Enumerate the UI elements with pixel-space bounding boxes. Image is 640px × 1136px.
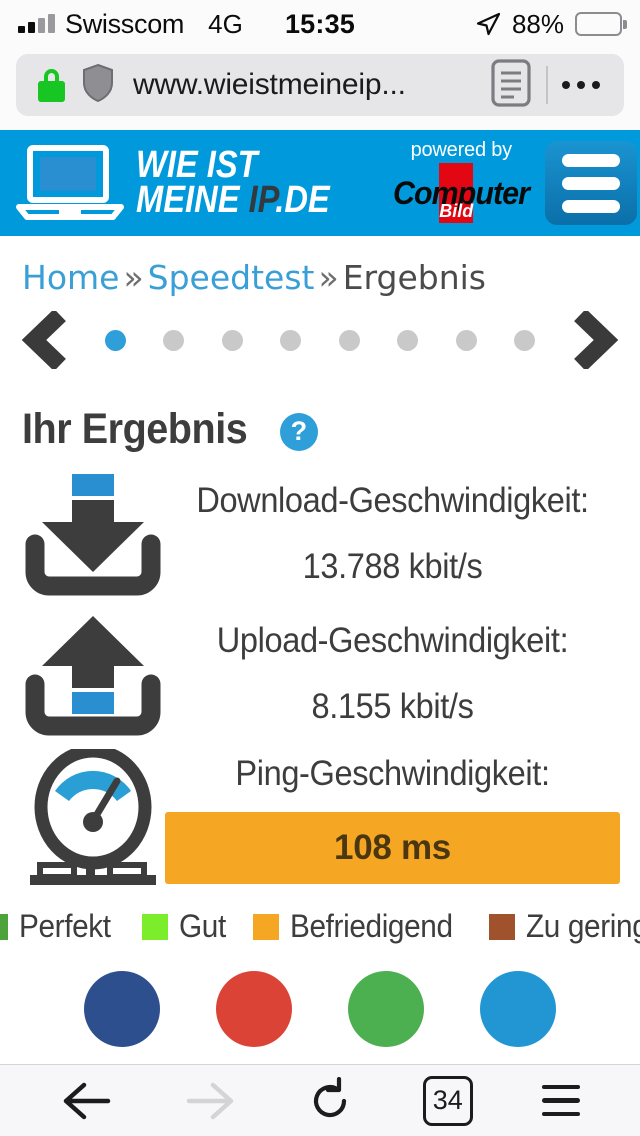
metric-ping-value-bar: 108 ms bbox=[165, 812, 620, 884]
carousel-dot[interactable] bbox=[455, 329, 477, 351]
site-logo-meine: MEINE bbox=[136, 179, 249, 221]
carousel-dot[interactable] bbox=[280, 329, 302, 351]
breadcrumb-item-home[interactable]: Home bbox=[22, 258, 119, 297]
help-icon[interactable]: ? bbox=[279, 412, 318, 451]
carousel-dot[interactable] bbox=[338, 329, 360, 351]
url-text[interactable]: www.wieistmeineip... bbox=[133, 68, 490, 102]
legend-label: Perfekt bbox=[19, 908, 111, 944]
metric-ping: Ping-Geschwindigkeit: 108 ms bbox=[0, 744, 640, 894]
shield-icon[interactable] bbox=[81, 63, 115, 108]
computer-bild-logo: Computer Bild bbox=[377, 163, 545, 223]
metric-download-value: 13.788 kbit/s bbox=[302, 547, 483, 586]
status-bar-left: Swisscom 4G bbox=[18, 9, 243, 40]
carousel-dot[interactable] bbox=[514, 329, 536, 351]
site-logo-line2: MEINE IP.DE bbox=[136, 181, 330, 219]
forward-arrow-icon bbox=[183, 1079, 237, 1123]
site-logo-ip: IP bbox=[248, 179, 276, 221]
carousel-dot[interactable] bbox=[163, 329, 185, 351]
metric-upload-value: 8.155 kbit/s bbox=[311, 687, 474, 726]
battery-percent: 88% bbox=[511, 8, 564, 39]
browser-bottom-toolbar: 34 bbox=[0, 1064, 640, 1136]
quality-legend: Perfekt Gut Befriedigend Zu gering bbox=[0, 894, 640, 945]
more-dots-icon[interactable] bbox=[562, 81, 600, 89]
social-share-row bbox=[0, 971, 640, 1047]
site-logo-text: WIE IST MEINE IP.DE bbox=[136, 143, 361, 219]
breadcrumb-separator: » bbox=[123, 258, 144, 297]
download-icon bbox=[20, 472, 165, 596]
carousel-dots bbox=[72, 329, 568, 351]
site-header-banner: WIE IST MEINE IP.DE powered by Computer … bbox=[0, 130, 640, 236]
metric-upload: Upload-Geschwindigkeit: 8.155 kbit/s bbox=[0, 604, 640, 744]
breadcrumb-separator: » bbox=[318, 258, 339, 297]
status-bar-right: 88% bbox=[475, 8, 627, 40]
whatsapp-share-button[interactable] bbox=[348, 971, 424, 1047]
metric-ping-body: Ping-Geschwindigkeit: 108 ms bbox=[165, 754, 620, 884]
chevron-left-icon[interactable] bbox=[20, 308, 72, 372]
metric-upload-label: Upload-Geschwindigkeit: bbox=[216, 621, 569, 660]
lock-icon bbox=[38, 68, 65, 102]
legend-swatch bbox=[489, 913, 516, 940]
network-type: 4G bbox=[208, 8, 243, 39]
partner-sub: Bild bbox=[439, 201, 474, 221]
browser-url-bar-container: www.wieistmeineip... bbox=[0, 48, 640, 130]
hamburger-menu-icon[interactable] bbox=[541, 1084, 580, 1117]
breadcrumb-item-speedtest[interactable]: Speedtest bbox=[148, 258, 315, 297]
tab-count-button[interactable]: 34 bbox=[422, 1075, 473, 1126]
status-bar: Swisscom 4G 15:35 88% bbox=[0, 0, 640, 48]
metric-download-body: Download-Geschwindigkeit: 13.788 kbit/s bbox=[165, 481, 620, 587]
chevron-right-icon[interactable] bbox=[568, 308, 620, 372]
legend-swatch bbox=[141, 913, 168, 940]
legend-label: Zu gering bbox=[526, 908, 640, 944]
legend-item-perfekt: Perfekt bbox=[0, 908, 118, 945]
breadcrumb-item-ergebnis: Ergebnis bbox=[342, 258, 486, 297]
metric-ping-label: Ping-Geschwindigkeit: bbox=[235, 754, 550, 793]
carousel-dot[interactable] bbox=[221, 329, 243, 351]
laptop-icon bbox=[16, 145, 124, 221]
carrier-name: Swisscom bbox=[65, 8, 185, 39]
phone-screen: Swisscom 4G 15:35 88% www.wieistmeineip.… bbox=[0, 0, 640, 1136]
legend-label: Befriedigend bbox=[290, 908, 453, 944]
legend-swatch bbox=[0, 913, 9, 940]
site-logo-line1: WIE IST bbox=[136, 143, 258, 186]
reload-icon[interactable] bbox=[306, 1076, 354, 1125]
carousel-pager bbox=[0, 297, 640, 372]
back-arrow-icon[interactable] bbox=[60, 1079, 114, 1123]
page-title: Ihr Ergebnis bbox=[22, 405, 248, 453]
metric-download: Download-Geschwindigkeit: 13.788 kbit/s bbox=[0, 464, 640, 604]
upload-icon bbox=[20, 612, 165, 736]
legend-item-gut: Gut bbox=[141, 908, 229, 945]
url-bar[interactable]: www.wieistmeineip... bbox=[16, 54, 624, 116]
breadcrumb: Home» Speedtest» Ergebnis bbox=[0, 236, 640, 297]
facebook-share-button[interactable] bbox=[84, 971, 160, 1047]
legend-item-befriedigend: Befriedigend bbox=[253, 908, 465, 945]
signal-strength-icon bbox=[18, 14, 55, 33]
location-arrow-icon bbox=[475, 11, 501, 37]
twitter-share-button[interactable] bbox=[480, 971, 556, 1047]
metric-download-label: Download-Geschwindigkeit: bbox=[196, 481, 589, 520]
reader-view-icon[interactable] bbox=[490, 58, 532, 113]
gauge-icon bbox=[20, 749, 165, 889]
carousel-dot[interactable] bbox=[397, 329, 419, 351]
site-menu-button[interactable] bbox=[545, 141, 638, 225]
url-bar-divider bbox=[546, 66, 548, 104]
partner-branding: powered by Computer Bild bbox=[377, 139, 545, 223]
legend-swatch bbox=[253, 913, 280, 940]
legend-item-zu-gering: Zu gering bbox=[489, 908, 640, 945]
legend-label: Gut bbox=[178, 908, 226, 944]
metric-upload-body: Upload-Geschwindigkeit: 8.155 kbit/s bbox=[165, 621, 620, 727]
carousel-dot[interactable] bbox=[104, 329, 126, 351]
google-plus-share-button[interactable] bbox=[216, 971, 292, 1047]
powered-by-label: powered by bbox=[410, 139, 513, 161]
site-logo-de: .DE bbox=[275, 179, 330, 221]
result-heading-row: Ihr Ergebnis ? bbox=[0, 369, 640, 464]
battery-icon bbox=[575, 12, 627, 36]
